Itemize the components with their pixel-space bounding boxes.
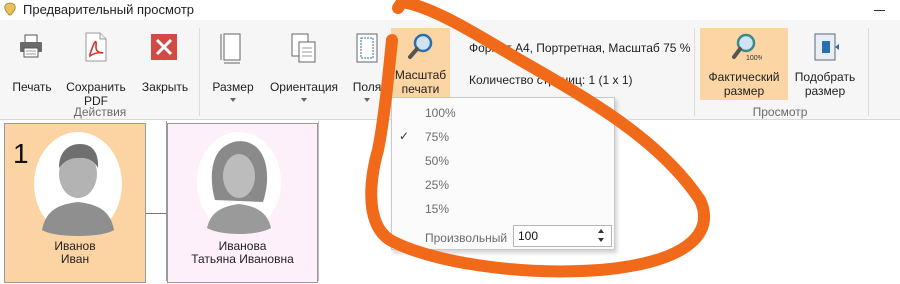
save-pdf-button[interactable]: Сохранить PDF [62, 30, 130, 108]
printer-icon [20, 34, 42, 58]
close-icon [151, 34, 177, 60]
zoom-option-100[interactable]: 100% [392, 101, 614, 125]
orientation-label: Ориентация [269, 80, 339, 94]
card-number: 1 [13, 138, 29, 169]
page-edge [318, 121, 319, 281]
chevron-down-icon [301, 98, 307, 102]
svg-text:100%: 100% [746, 55, 762, 62]
spin-down-icon[interactable] [598, 238, 604, 242]
page-info-text: Формат А4, Портретная, Масштаб 75 % [469, 41, 691, 55]
zoom-button[interactable]: Масштаб печати [391, 28, 450, 102]
zoom-option-25[interactable]: 25% [392, 173, 614, 197]
orientation-button[interactable]: Ориентация [266, 30, 342, 102]
chevron-down-icon [364, 98, 370, 102]
actual-size-button[interactable]: 100% Фактический размер [700, 28, 788, 100]
group-label-view: Просмотр [752, 105, 808, 119]
fit-size-button[interactable]: Подобрать размер [790, 30, 860, 100]
chevron-down-icon [230, 98, 236, 102]
ribbon-separator [199, 28, 200, 116]
magnifier-100-icon: 100% [732, 33, 762, 62]
page-size-icon [220, 33, 241, 64]
pdf-icon [85, 32, 107, 62]
close-label: Закрыть [141, 80, 189, 94]
fit-size-label: Подобрать размер [794, 70, 856, 98]
close-button[interactable]: Закрыть [136, 30, 194, 94]
fit-page-icon [814, 33, 839, 61]
orientation-icon [291, 33, 316, 63]
size-button[interactable]: Размер [208, 30, 258, 102]
checkmark-icon: ✓ [399, 129, 410, 143]
zoom-option-15[interactable]: 15% [392, 197, 614, 221]
margins-button[interactable]: Поля [347, 30, 387, 102]
print-button[interactable]: Печать [6, 30, 58, 94]
page-count-text: Количество страниц: 1 (1 x 1) [469, 73, 633, 87]
male-avatar-icon [34, 132, 122, 236]
zoom-option-50[interactable]: 50% [392, 149, 614, 173]
custom-zoom-label: Произвольный [425, 231, 508, 245]
spin-up-icon[interactable] [598, 229, 604, 233]
card-connector [146, 213, 166, 214]
female-avatar-icon [197, 132, 281, 234]
zoom-label: Масштаб печати [394, 68, 447, 96]
size-label: Размер [212, 80, 254, 94]
card-name: Иванов Иван [54, 239, 96, 266]
ribbon-separator [868, 28, 869, 116]
title-bar: Предварительный просмотр [0, 0, 900, 20]
person-card[interactable]: Иванова Татьяна Ивановна [167, 123, 318, 283]
zoom-dropdown-menu: 100% ✓ 75% 50% 25% 15% Произвольный [391, 97, 615, 250]
magnifier-icon [408, 33, 433, 59]
app-icon [4, 2, 16, 16]
actual-size-label: Фактический размер [708, 70, 780, 98]
group-label-actions: Действия [73, 105, 127, 119]
person-card[interactable]: 1 Иванов Иван [4, 123, 146, 283]
save-pdf-label: Сохранить PDF [66, 80, 126, 108]
zoom-option-75[interactable]: ✓ 75% [392, 125, 614, 149]
ribbon-separator [694, 28, 695, 116]
margins-label: Поля [352, 80, 382, 94]
window-title: Предварительный просмотр [23, 2, 195, 17]
minimize-button[interactable] [874, 10, 885, 11]
card-name: Иванова Татьяна Ивановна [191, 239, 294, 266]
margins-icon [356, 33, 378, 63]
print-label: Печать [12, 80, 52, 94]
